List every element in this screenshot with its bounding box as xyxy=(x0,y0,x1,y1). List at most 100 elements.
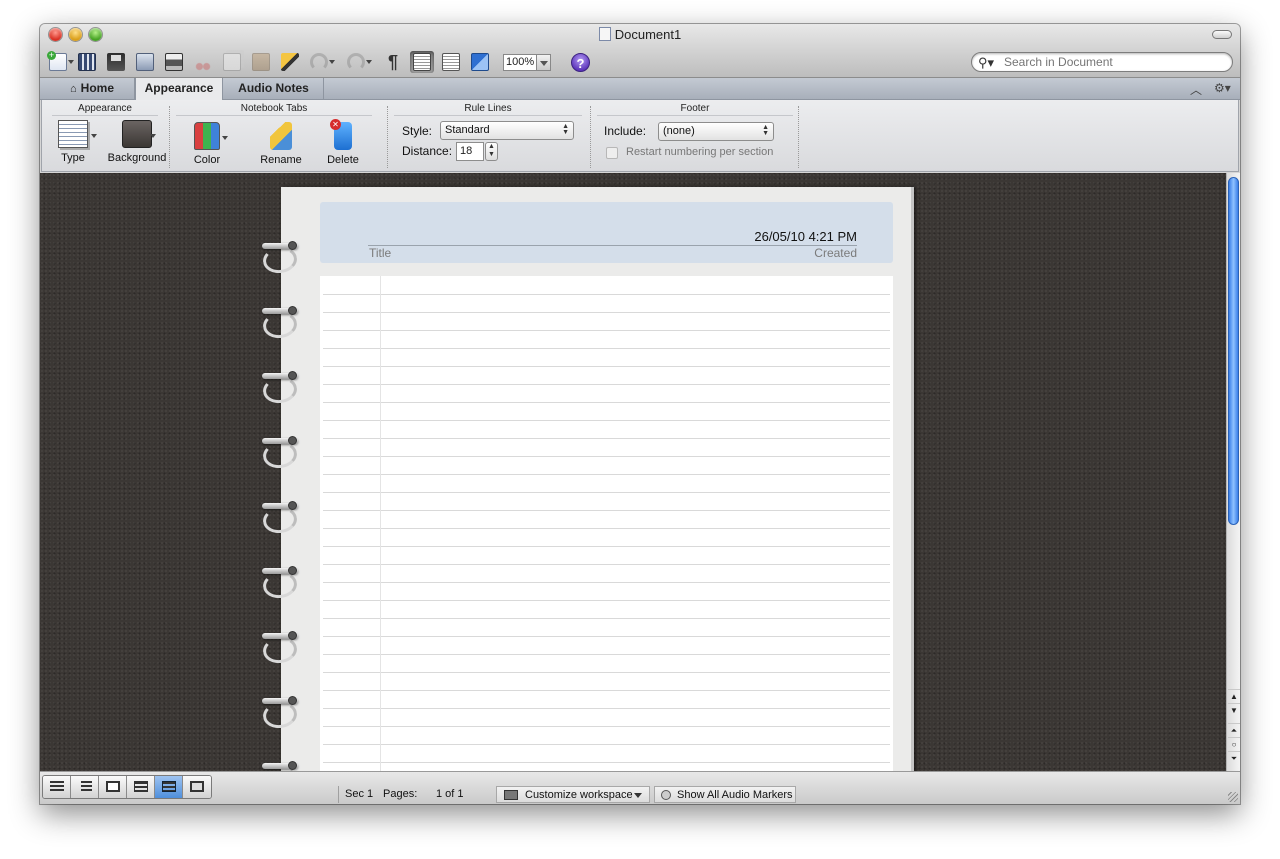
tab-color-button[interactable]: Color xyxy=(182,122,232,166)
show-formatting-button[interactable]: ¶ xyxy=(381,51,405,73)
pages-value: 1 of 1 xyxy=(436,788,464,800)
focus-view-button[interactable] xyxy=(183,776,211,798)
binding-ring xyxy=(259,629,301,666)
sidebar-icon xyxy=(442,53,460,71)
notebook-layout-view-button[interactable] xyxy=(155,776,183,798)
chevron-down-icon xyxy=(634,793,642,798)
note-header[interactable]: 26/05/10 4:21 PM Title Created xyxy=(320,202,893,263)
next-page-icon[interactable]: ⏷ xyxy=(1228,751,1240,765)
notebook-view-button[interactable] xyxy=(410,51,434,73)
sidebar-button[interactable] xyxy=(439,51,463,73)
distance-label: Distance: xyxy=(402,144,453,158)
print-button[interactable] xyxy=(162,51,186,73)
printer-icon xyxy=(165,53,183,71)
type-button-label: Type xyxy=(61,152,85,164)
style-label: Style: xyxy=(402,124,433,138)
zoom-dropdown-arrow[interactable] xyxy=(537,53,551,71)
rename-tab-button-label: Rename xyxy=(260,154,302,166)
tab-color-icon xyxy=(194,122,220,150)
gallery-icon xyxy=(78,53,96,71)
customize-workspace-button[interactable]: Customize workspace xyxy=(496,786,650,803)
collapse-ribbon-chevron-icon[interactable]: ︿ xyxy=(1190,81,1202,98)
delete-tab-button-label: Delete xyxy=(327,154,359,166)
window-resize-handle[interactable] xyxy=(1228,792,1238,802)
ribbon-settings-gear-icon[interactable]: ⚙▾ xyxy=(1214,81,1231,95)
rename-tab-button[interactable]: Rename xyxy=(256,122,306,166)
gallery-button[interactable] xyxy=(75,51,99,73)
app-window: Document1 + ¶ 100% ? ⚲▾ Search in Docume… xyxy=(40,24,1240,804)
ruled-note-area[interactable] xyxy=(320,276,893,771)
restart-numbering-label: Restart numbering per section xyxy=(626,146,774,158)
updown-arrows-icon: ▲ ▼ xyxy=(562,123,569,136)
pilcrow-icon: ¶ xyxy=(387,51,398,72)
paste-button[interactable] xyxy=(249,51,273,73)
binding-ring xyxy=(259,434,301,471)
tab-audio-notes[interactable]: Audio Notes xyxy=(224,78,324,100)
window-title-text: Document1 xyxy=(614,27,682,42)
binding-ring xyxy=(259,369,301,406)
help-button[interactable]: ? xyxy=(571,52,590,72)
rule-style-select[interactable]: Standard ▲ ▼ xyxy=(440,121,574,140)
cut-button[interactable] xyxy=(191,51,215,73)
new-document-button[interactable]: + xyxy=(46,51,74,73)
notebook-view-icon xyxy=(413,53,431,71)
binding-ring xyxy=(259,564,301,601)
search-field[interactable]: ⚲▾ xyxy=(971,52,1233,72)
print-layout-view-button[interactable] xyxy=(127,776,155,798)
save-button[interactable] xyxy=(104,51,128,73)
zoom-value[interactable]: 100% xyxy=(503,53,537,71)
group-appearance: Appearance Type Background xyxy=(46,100,166,172)
print-preview-button[interactable] xyxy=(133,51,157,73)
tab-appearance[interactable]: Appearance xyxy=(135,78,223,101)
standard-toolbar: + ¶ 100% ? xyxy=(46,49,590,75)
workspace-icon xyxy=(504,790,518,800)
distance-input[interactable]: 18 xyxy=(456,142,484,161)
scroll-up-arrow-icon[interactable]: ▲ xyxy=(1228,689,1240,703)
previous-page-icon[interactable]: ⏶ xyxy=(1228,723,1240,737)
toolbox-button[interactable] xyxy=(468,51,492,73)
draft-view-button[interactable] xyxy=(43,776,71,798)
undo-button[interactable] xyxy=(307,51,335,73)
publishing-layout-icon xyxy=(106,781,120,792)
search-input[interactable] xyxy=(1004,54,1224,70)
binding-ring xyxy=(259,304,301,341)
created-date[interactable]: 26/05/10 4:21 PM xyxy=(754,229,857,244)
zoom-control[interactable]: 100% xyxy=(503,53,551,71)
redo-button[interactable] xyxy=(344,51,372,73)
footer-include-select[interactable]: (none) ▲ ▼ xyxy=(658,122,774,141)
group-footer-title: Footer xyxy=(680,103,710,114)
ribbon-tab-bar: ⌂ Home Appearance Audio Notes ︿ ⚙▾ xyxy=(40,78,1240,101)
scrollbar-thumb[interactable] xyxy=(1228,177,1239,525)
group-notebook-tabs: Notebook Tabs Color Rename ✕ Delete xyxy=(170,100,378,172)
restart-numbering-checkbox[interactable] xyxy=(606,147,618,159)
format-painter-button[interactable] xyxy=(278,51,302,73)
document-position-field: Sec 1 Pages: 1 of 1 xyxy=(338,786,492,803)
vertical-scrollbar[interactable]: ▲ ▼ ⏶ ○ ⏷ xyxy=(1226,173,1240,771)
show-audio-markers-label: Show All Audio Markers xyxy=(677,789,793,801)
delete-tab-button[interactable]: ✕ Delete xyxy=(318,119,368,166)
pencil-icon xyxy=(270,122,292,150)
updown-arrows-icon: ▲ ▼ xyxy=(762,124,769,137)
window-title: Document1 xyxy=(40,27,1240,42)
browse-object-icon[interactable]: ○ xyxy=(1228,737,1240,751)
tab-audio-notes-label: Audio Notes xyxy=(238,81,309,95)
audio-marker-icon xyxy=(661,790,671,800)
pages-label: Pages: xyxy=(383,788,418,800)
tab-home[interactable]: ⌂ Home xyxy=(50,78,135,100)
scroll-down-arrow-icon[interactable]: ▼ xyxy=(1228,703,1240,717)
publishing-layout-view-button[interactable] xyxy=(99,776,127,798)
show-audio-markers-button[interactable]: Show All Audio Markers xyxy=(654,786,796,803)
copy-icon xyxy=(223,53,241,71)
distance-stepper[interactable]: ▲ ▼ xyxy=(485,142,498,161)
outline-view-button[interactable] xyxy=(71,776,99,798)
copy-button[interactable] xyxy=(220,51,244,73)
toolbar-toggle-button[interactable] xyxy=(1212,30,1232,39)
home-icon: ⌂ xyxy=(70,83,77,95)
background-button-label: Background xyxy=(107,152,167,164)
spiral-binding xyxy=(259,187,309,771)
search-icon[interactable]: ⚲▾ xyxy=(978,55,994,71)
section-indicator: Sec 1 xyxy=(345,788,374,800)
background-button[interactable]: Background xyxy=(104,120,170,164)
type-button[interactable]: Type xyxy=(50,120,96,164)
draft-view-icon xyxy=(50,781,64,792)
